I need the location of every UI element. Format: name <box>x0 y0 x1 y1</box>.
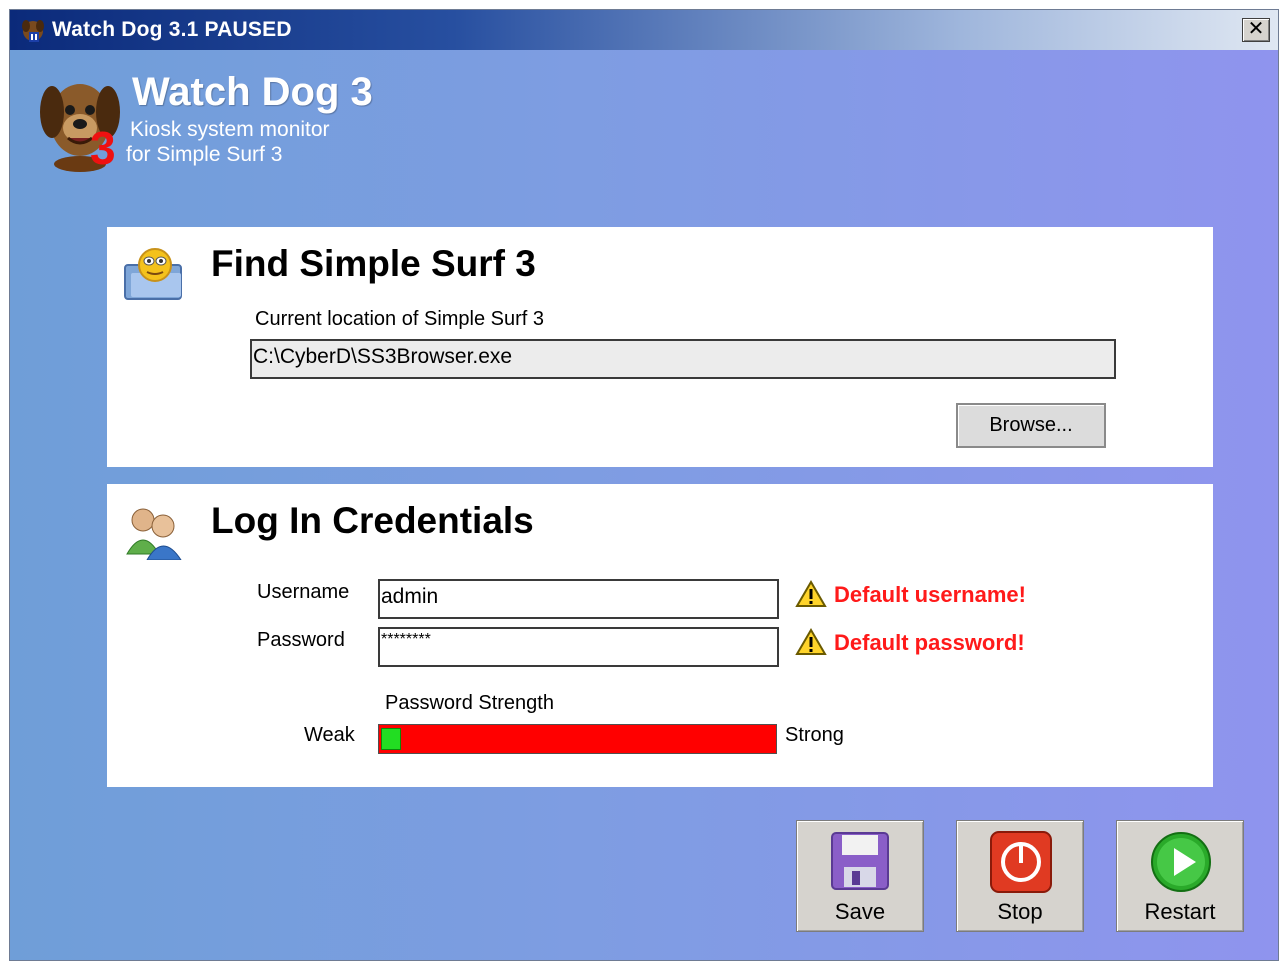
username-input[interactable]: admin <box>378 579 779 619</box>
app-subtitle-line2: for Simple Surf 3 <box>126 143 283 166</box>
location-label: Current location of Simple Surf 3 <box>255 308 545 330</box>
warning-icon <box>795 580 827 607</box>
svg-text:3: 3 <box>90 122 116 172</box>
strength-strong-label: Strong <box>785 724 844 746</box>
password-strength-fill <box>381 728 401 750</box>
title-bar[interactable]: Watch Dog 3.1 PAUSED ✕ <box>10 10 1278 50</box>
strength-weak-label: Weak <box>304 724 355 746</box>
credentials-panel: Log In Credentials Username admin Defaul… <box>107 484 1213 787</box>
credentials-section-title: Log In Credentials <box>211 500 534 541</box>
app-subtitle-line1: Kiosk system monitor <box>130 118 330 141</box>
location-field[interactable]: C:\CyberD\SS3Browser.exe <box>250 339 1116 379</box>
find-section-title: Find Simple Surf 3 <box>211 243 536 284</box>
dog-app-icon <box>22 20 44 42</box>
password-strength-title: Password Strength <box>385 692 554 714</box>
browse-button[interactable]: Browse... <box>956 403 1106 448</box>
password-warning: Default password! <box>834 630 1025 655</box>
password-input[interactable]: ******** <box>378 627 779 667</box>
power-icon <box>990 831 1052 893</box>
restart-button[interactable]: Restart <box>1116 820 1244 932</box>
save-button[interactable]: Save <box>796 820 924 932</box>
app-window: Watch Dog 3.1 PAUSED ✕ 3 Watch Dog 3 Kio… <box>9 9 1279 961</box>
play-icon <box>1151 832 1211 892</box>
stop-label: Stop <box>997 899 1043 924</box>
app-name: Watch Dog 3 <box>132 70 373 114</box>
users-icon <box>126 508 182 560</box>
dog-logo-icon: 3 <box>40 84 120 172</box>
floppy-disk-icon <box>831 832 889 890</box>
save-label: Save <box>834 899 886 924</box>
password-strength-bar <box>378 724 777 754</box>
stop-button[interactable]: Stop <box>956 820 1084 932</box>
restart-label: Restart <box>1144 899 1216 924</box>
close-button[interactable]: ✕ <box>1242 18 1270 42</box>
username-label: Username <box>257 581 350 603</box>
folder-smiley-icon <box>124 248 182 300</box>
password-label: Password <box>257 629 345 651</box>
window-title: Watch Dog 3.1 PAUSED <box>52 18 292 41</box>
username-warning: Default username! <box>834 582 1026 607</box>
find-panel: Find Simple Surf 3 Current location of S… <box>107 227 1213 467</box>
warning-icon <box>795 628 827 655</box>
